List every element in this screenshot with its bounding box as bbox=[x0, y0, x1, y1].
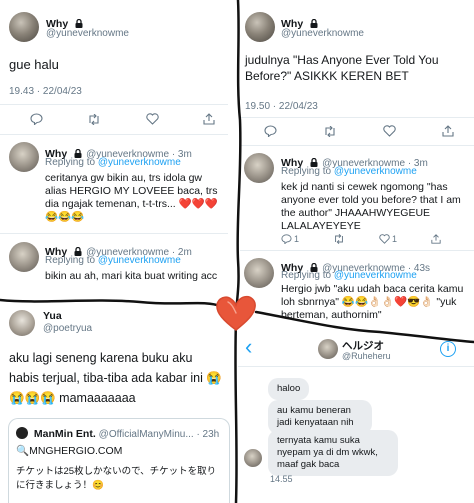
divider-doodle bbox=[0, 0, 474, 503]
heart-doodle-icon bbox=[216, 295, 256, 331]
